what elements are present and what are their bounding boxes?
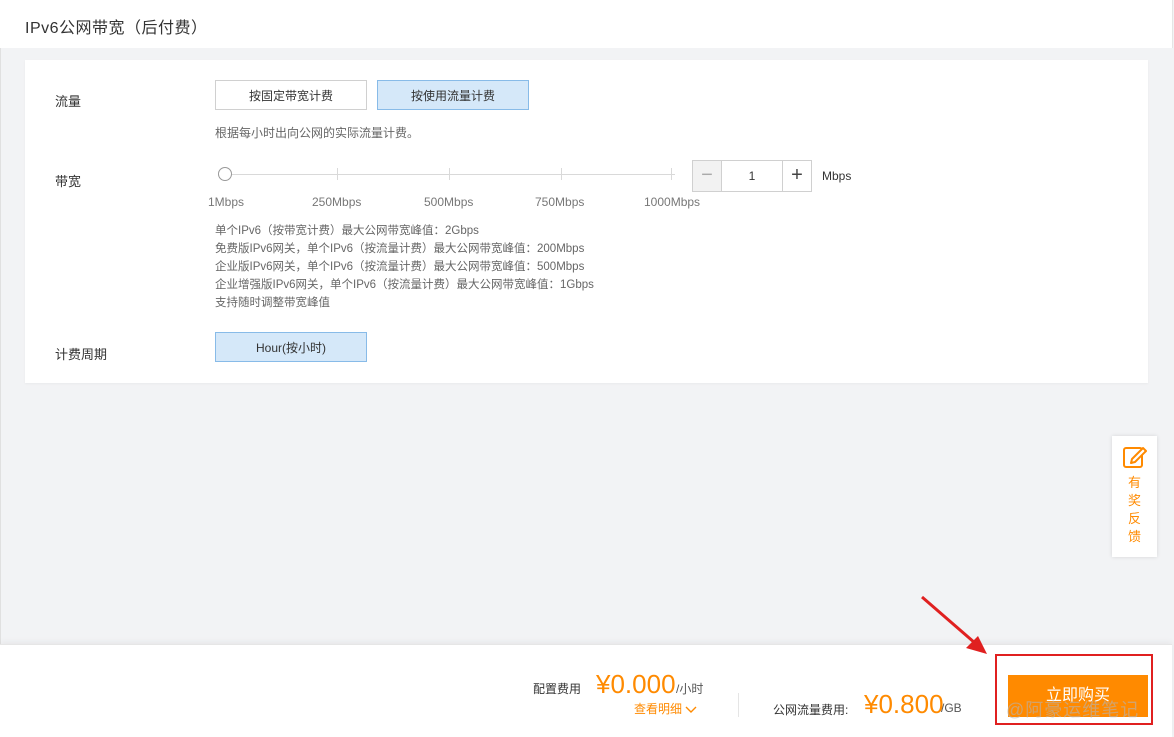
- bandwidth-unit: Mbps: [822, 169, 852, 183]
- feedback-text: 有 奖 反 馈: [1112, 474, 1157, 546]
- feedback-widget[interactable]: 有 奖 反 馈: [1112, 436, 1157, 557]
- bandwidth-limits: 单个IPv6（按带宽计费）最大公网带宽峰值：2Gbps 免费版IPv6网关，单个…: [215, 222, 594, 312]
- tick-label-500mbps: 500Mbps: [424, 195, 474, 209]
- limit-line: 免费版IPv6网关，单个IPv6（按流量计费）最大公网带宽峰值：200Mbps: [215, 243, 585, 255]
- edit-icon: [1123, 447, 1147, 468]
- left-divider: [0, 48, 1, 644]
- limit-line: 企业增强版IPv6网关，单个IPv6（按流量计费）最大公网带宽峰值：1Gbps: [215, 279, 594, 291]
- tick-label-1000mbps: 1000Mbps: [644, 195, 701, 209]
- view-details-label: 查看明细: [634, 702, 683, 716]
- buy-now-button[interactable]: 立即购买: [1008, 675, 1148, 717]
- feedback-char: 馈: [1127, 529, 1141, 544]
- traffic-label: 流量: [55, 94, 82, 109]
- bandwidth-label: 带宽: [55, 174, 82, 189]
- traffic-hint: 根据每小时出向公网的实际流量计费。: [215, 126, 420, 140]
- config-fee-label: 配置费用: [533, 682, 582, 696]
- config-fee-value: ¥0.000: [596, 669, 676, 699]
- traffic-fee-unit: /GB: [941, 701, 962, 715]
- slider-tick: [449, 168, 450, 180]
- tick-label-750mbps: 750Mbps: [535, 195, 585, 209]
- limit-line: 企业版IPv6网关，单个IPv6（按流量计费）最大公网带宽峰值：500Mbps: [215, 261, 585, 273]
- view-details-link[interactable]: 查看明细: [634, 700, 697, 717]
- limit-line: 单个IPv6（按带宽计费）最大公网带宽峰值：2Gbps: [215, 225, 479, 237]
- bandwidth-slider-thumb[interactable]: [218, 167, 232, 181]
- page-title: IPv6公网带宽（后付费）: [25, 20, 208, 37]
- order-footer: 配置费用 ¥0.000 /小时 查看明细 公网流量费用: ¥0.800 /GB …: [0, 644, 1172, 737]
- traffic-fee-label: 公网流量费用:: [773, 703, 849, 717]
- config-fee-unit: /小时: [676, 682, 704, 696]
- tick-label-250mbps: 250Mbps: [312, 195, 362, 209]
- increase-button[interactable]: +: [782, 161, 811, 191]
- hourly-billing-option[interactable]: Hour(按小时): [215, 332, 367, 362]
- page-header: IPv6公网带宽（后付费）: [0, 0, 1173, 48]
- bandwidth-stepper: − +: [692, 160, 812, 192]
- slider-tick: [337, 168, 338, 180]
- decrease-button[interactable]: −: [693, 161, 722, 191]
- feedback-char: 有: [1127, 475, 1141, 490]
- billing-cycle-label: 计费周期: [55, 347, 108, 362]
- feedback-char: 奖: [1127, 493, 1141, 508]
- chevron-down-icon: [685, 706, 697, 713]
- tick-label-1mbps: 1Mbps: [208, 195, 245, 209]
- limit-line: 支持随时调整带宽峰值: [215, 297, 330, 309]
- bandwidth-slider-track[interactable]: [225, 174, 675, 175]
- slider-tick: [561, 168, 562, 180]
- traffic-fee-value: ¥0.800: [864, 689, 944, 719]
- slider-tick: [671, 168, 672, 180]
- bandwidth-input[interactable]: [722, 161, 782, 191]
- footer-divider: [738, 693, 739, 717]
- traffic-usage-option[interactable]: 按使用流量计费: [377, 80, 529, 110]
- fixed-bandwidth-option[interactable]: 按固定带宽计费: [215, 80, 367, 110]
- feedback-char: 反: [1127, 511, 1141, 526]
- config-card: 流量 按固定带宽计费 按使用流量计费 根据每小时出向公网的实际流量计费。 带宽 …: [25, 60, 1148, 383]
